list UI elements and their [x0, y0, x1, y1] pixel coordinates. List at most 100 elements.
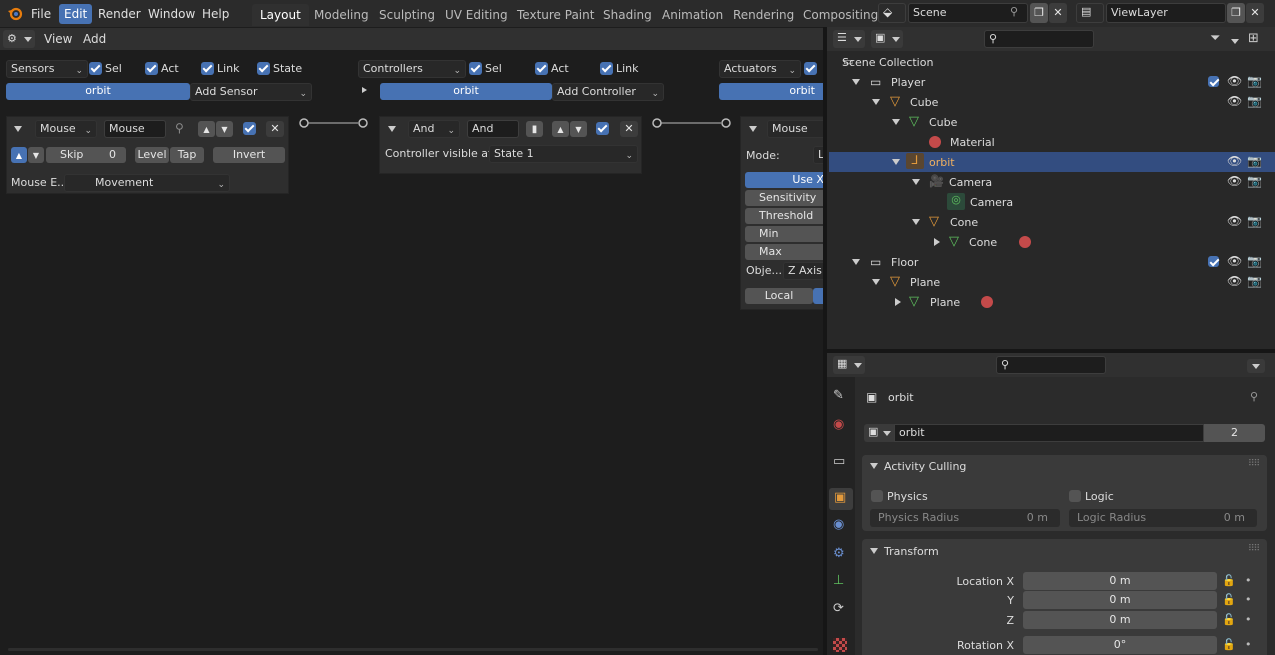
expand-arrow-icon[interactable]	[934, 238, 940, 246]
horizontal-scrollbar[interactable]	[8, 648, 818, 651]
sensor-controller-link-icon[interactable]	[296, 116, 371, 130]
tab-compositing[interactable]: Compositing	[795, 4, 886, 26]
bookmark-button[interactable]: ▮	[526, 121, 543, 137]
level-button[interactable]: Level	[135, 147, 169, 163]
visibility-eye-icon[interactable]: 👁	[1227, 214, 1242, 228]
collapse-controller-icon[interactable]	[388, 126, 396, 132]
outliner-row-camera-object[interactable]: 🎥 Camera 👁 📷	[829, 172, 1275, 192]
expand-arrow-icon[interactable]	[872, 279, 880, 285]
tab-uv-editing[interactable]: UV Editing	[437, 4, 516, 26]
collapse-panel-icon[interactable]	[870, 463, 878, 469]
tab-layout[interactable]: Layout	[252, 4, 309, 26]
render-camera-icon[interactable]: 📷	[1247, 154, 1262, 168]
controllers-sel-checkbox[interactable]	[469, 62, 482, 75]
pulse-true-button[interactable]: ▲	[11, 147, 27, 163]
sensors-act-checkbox[interactable]	[145, 62, 158, 75]
render-camera-icon[interactable]: 📷	[1247, 214, 1262, 228]
filter-dropdown-chevron-icon[interactable]	[1231, 34, 1239, 47]
outliner-row-cone-mesh[interactable]: ▽ Cone	[829, 232, 1275, 252]
expand-arrow-icon[interactable]	[852, 259, 860, 265]
outliner-search-input[interactable]: ⚲	[984, 30, 1094, 48]
filter-icon[interactable]: ⏷	[1210, 31, 1220, 46]
lock-icon[interactable]: 🔓	[1222, 613, 1236, 626]
actuators-filter-dropdown[interactable]: Actuators ⌄	[719, 60, 801, 78]
add-sensor-dropdown[interactable]: Add Sensor ⌄	[190, 83, 312, 101]
exclude-checkbox[interactable]	[1208, 256, 1219, 267]
move-up-button[interactable]: ▲	[198, 121, 215, 137]
controller-type-dropdown[interactable]: And ⌄	[408, 120, 460, 138]
menu-help[interactable]: Help	[197, 4, 234, 24]
tab-modeling[interactable]: Modeling	[306, 4, 377, 26]
visibility-eye-icon[interactable]: 👁	[1227, 94, 1242, 108]
delete-scene-button[interactable]: ✕	[1049, 3, 1067, 23]
expand-arrow-icon[interactable]	[892, 159, 900, 165]
rotation-x-field[interactable]: 0°	[1023, 636, 1217, 654]
outliner-row-cube-mesh[interactable]: ▽ Cube	[829, 112, 1275, 132]
world-tab-icon[interactable]: ▭	[833, 454, 845, 469]
location-y-field[interactable]: 0 m	[1023, 591, 1217, 609]
controllers-link-checkbox[interactable]	[600, 62, 613, 75]
tab-texture-paint[interactable]: Texture Paint	[509, 4, 602, 26]
properties-editor-type-button[interactable]: ▦	[833, 356, 865, 374]
add-menu[interactable]: Add	[83, 32, 106, 46]
outliner-row-material[interactable]: Material	[829, 132, 1275, 152]
use-x-axis-button[interactable]: Use X A	[745, 172, 823, 188]
actuator-type-dropdown[interactable]: Mouse	[767, 120, 823, 138]
object-axis-dropdown[interactable]: Z Axis	[783, 262, 823, 280]
controller-active-checkbox[interactable]	[596, 122, 609, 135]
outliner-row-plane-mesh[interactable]: ▽ Plane	[829, 292, 1275, 312]
outliner-row-cube-object[interactable]: ▽ Cube 👁 📷	[829, 92, 1275, 112]
outliner-editor-type-button[interactable]: ☰	[833, 30, 865, 48]
sensitivity-field[interactable]: Sensitivity	[745, 190, 823, 206]
render-camera-icon[interactable]: 📷	[1247, 274, 1262, 288]
object-datablock-browse-button[interactable]: ▣	[864, 424, 894, 442]
tab-animation[interactable]: Animation	[654, 4, 731, 26]
tap-button[interactable]: Tap	[170, 147, 204, 163]
collapse-panel-icon[interactable]	[870, 548, 878, 554]
pin-icon[interactable]: ⚲	[175, 121, 184, 135]
editor-type-button[interactable]: ⚙	[3, 30, 35, 48]
physics-tab-icon[interactable]: ◉	[833, 517, 844, 532]
mouse-event-dropdown[interactable]: Movement ⌄	[64, 174, 230, 192]
menu-window[interactable]: Window	[143, 4, 200, 24]
move-down-button[interactable]: ▼	[216, 121, 233, 137]
keyframe-dot-icon[interactable]: •	[1245, 638, 1252, 651]
lock-icon[interactable]: 🔓	[1222, 593, 1236, 606]
local-button[interactable]: Local	[745, 288, 813, 304]
sensor-name-field[interactable]: Mouse	[104, 120, 166, 138]
expand-arrow-icon[interactable]	[362, 87, 367, 93]
drag-handle-icon[interactable]: ⠿⠿	[1248, 544, 1260, 554]
pulse-false-button[interactable]: ▼	[28, 147, 44, 163]
sensors-state-checkbox[interactable]	[257, 62, 270, 75]
outliner-row-scene-collection[interactable]: ▭ Scene Collection	[829, 52, 1275, 72]
particles-tab-icon[interactable]: ⟳	[833, 601, 844, 616]
sensors-link-checkbox[interactable]	[201, 62, 214, 75]
object-name-field[interactable]: orbit	[894, 424, 1204, 442]
visibility-eye-icon[interactable]: 👁	[1227, 254, 1242, 268]
lock-icon[interactable]: 🔓	[1222, 574, 1236, 587]
visibility-eye-icon[interactable]: 👁	[1227, 174, 1242, 188]
sensors-filter-dropdown[interactable]: Sensors ⌄	[6, 60, 88, 78]
actuators-sel-checkbox[interactable]	[804, 62, 817, 75]
constraints-tab-icon[interactable]: ⚙	[833, 546, 845, 561]
outliner-row-plane-object[interactable]: ▽ Plane 👁 📷	[829, 272, 1275, 292]
render-camera-icon[interactable]: 📷	[1247, 94, 1262, 108]
collapse-sensor-icon[interactable]	[14, 126, 22, 132]
outliner-row-floor[interactable]: ▭ Floor 👁 📷	[829, 252, 1275, 272]
properties-options-dropdown[interactable]	[1247, 359, 1265, 373]
mode-dropdown[interactable]: L	[813, 146, 823, 164]
render-camera-icon[interactable]: 📷	[1247, 74, 1262, 88]
physics-radius-field[interactable]: Physics Radius 0 m	[870, 509, 1060, 527]
sensors-sel-checkbox[interactable]	[89, 62, 102, 75]
expand-arrow-icon[interactable]	[912, 179, 920, 185]
move-up-button[interactable]: ▲	[552, 121, 569, 137]
new-collection-icon[interactable]: ⊞	[1248, 31, 1259, 46]
max-field[interactable]: Max	[745, 244, 823, 260]
controller-name-field[interactable]: And	[467, 120, 519, 138]
display-mode-button[interactable]: ▣	[871, 30, 903, 48]
sensor-type-dropdown[interactable]: Mouse ⌄	[35, 120, 97, 138]
logic-checkbox[interactable]	[1069, 490, 1081, 502]
render-camera-icon[interactable]: 📷	[1247, 254, 1262, 268]
view-menu[interactable]: View	[44, 32, 72, 46]
outliner-row-player[interactable]: ▭ Player 👁 📷	[829, 72, 1275, 92]
